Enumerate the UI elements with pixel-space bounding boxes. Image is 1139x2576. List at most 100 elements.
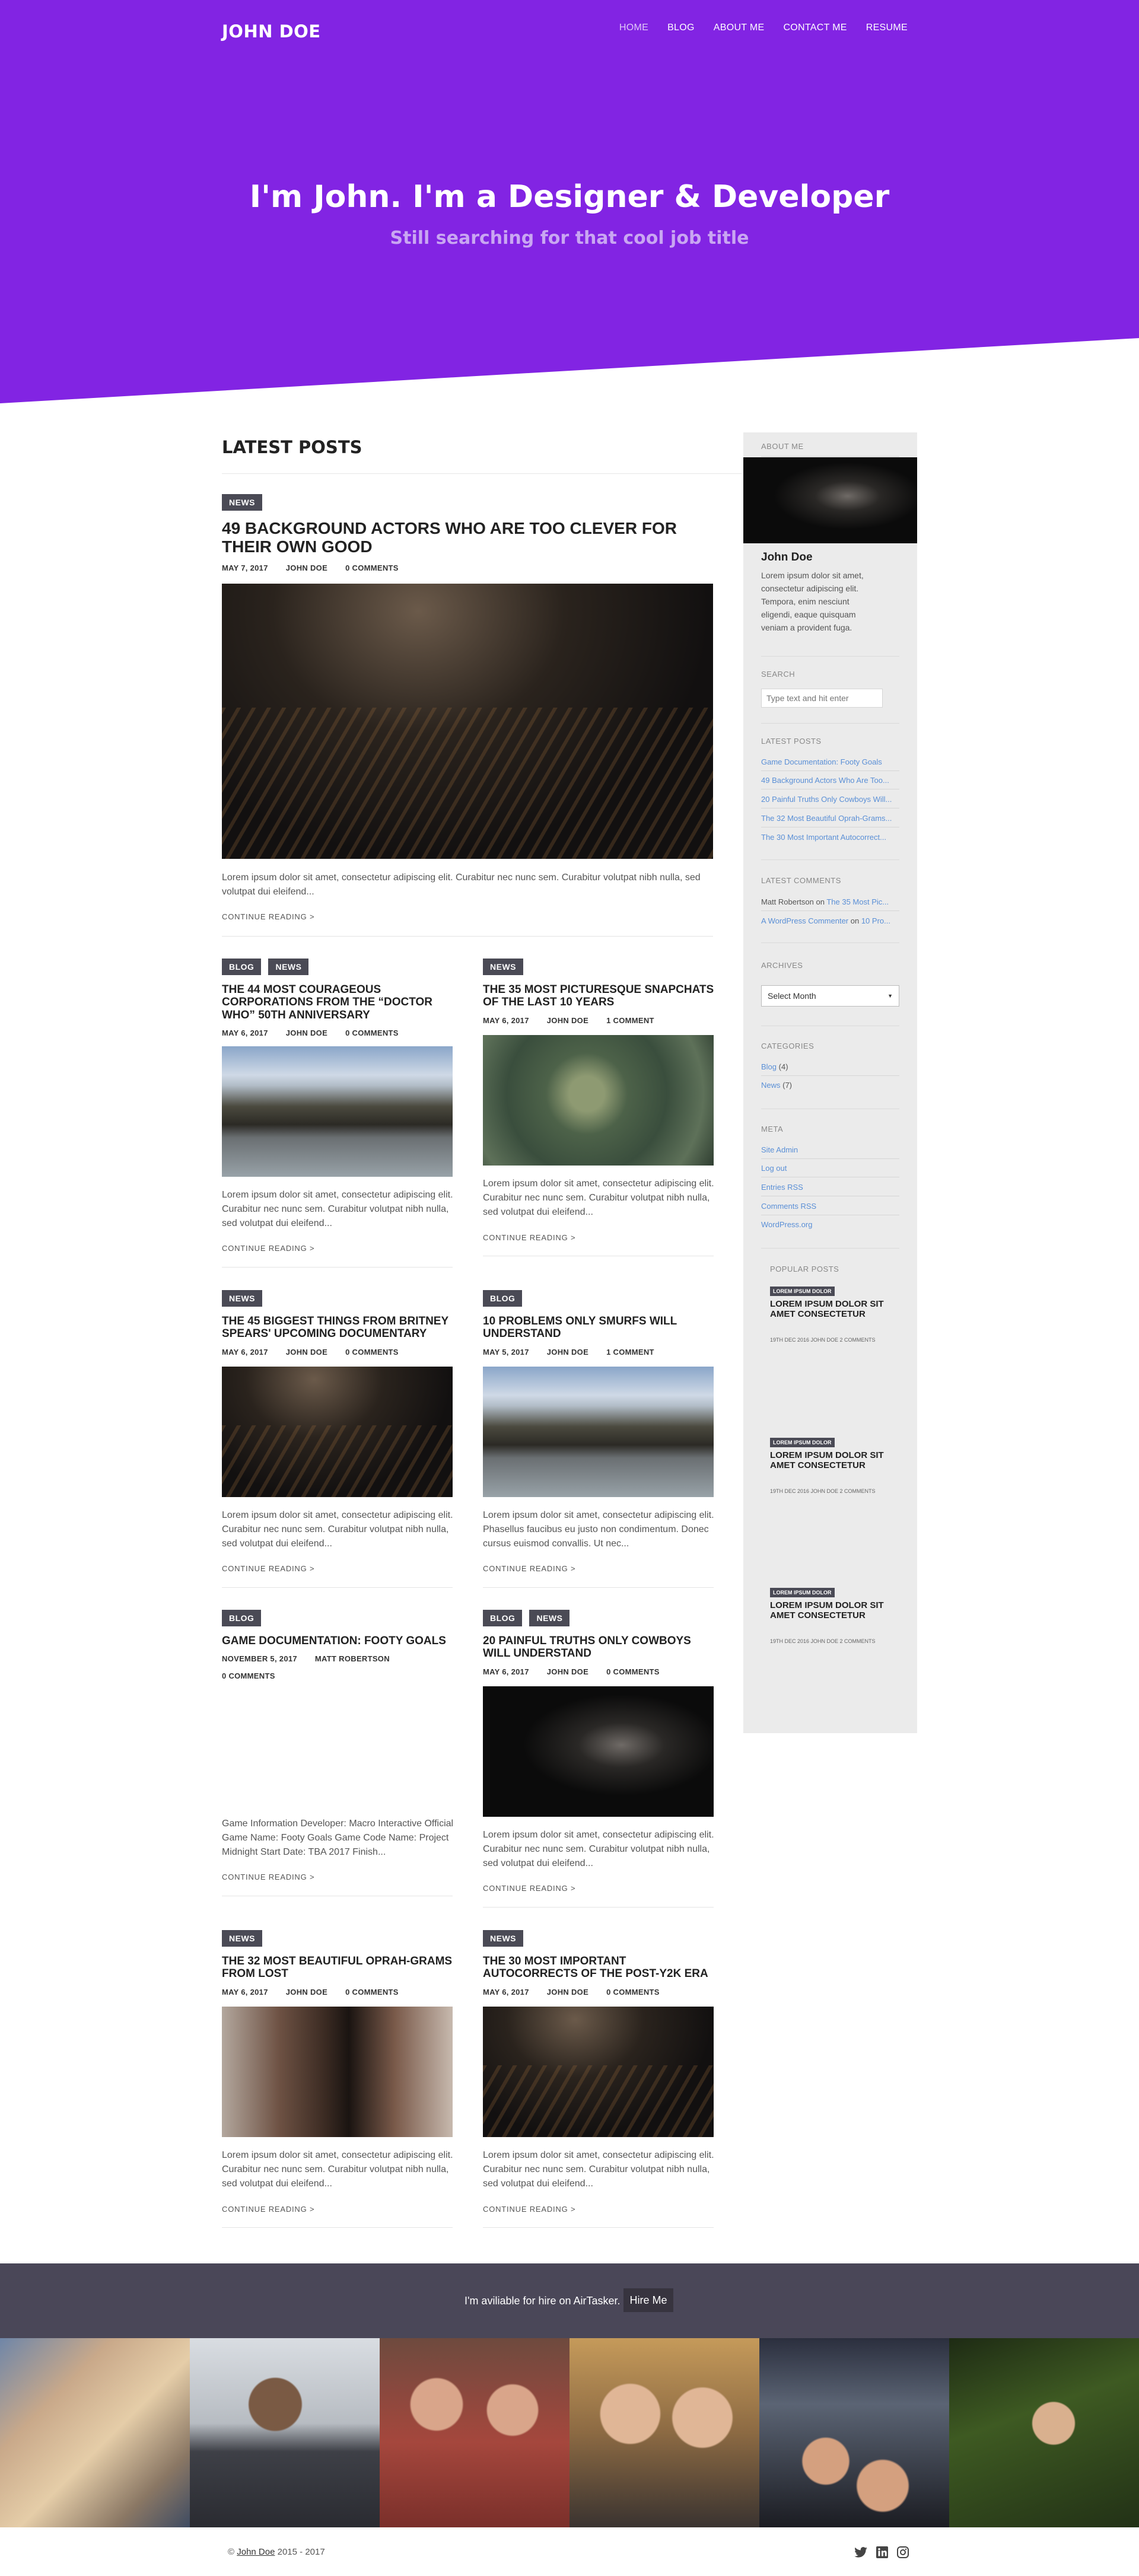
post-image[interactable]: [222, 1367, 453, 1497]
popular-post-title[interactable]: LOREM IPSUM DOLOR SIT AMET CONSECTETUR: [770, 1450, 889, 1470]
nav-home[interactable]: HOME: [619, 23, 648, 33]
read-more-link[interactable]: CONTINUE READING >: [222, 912, 314, 921]
divider: [483, 2227, 714, 2228]
latest-post-link[interactable]: 49 Background Actors Who Are Too...: [761, 776, 889, 785]
nav-resume[interactable]: RESUME: [866, 23, 908, 33]
post-comments[interactable]: 0 COMMENTS: [606, 1667, 660, 1676]
comment-post-link[interactable]: The 35 Most Pic...: [826, 897, 889, 906]
read-more-link[interactable]: CONTINUE READING >: [483, 1233, 575, 1242]
post-image[interactable]: [483, 1686, 714, 1817]
post-comments[interactable]: 1 COMMENT: [606, 1016, 654, 1025]
tag-badge[interactable]: NEWS: [268, 959, 309, 975]
instagram-photo[interactable]: [570, 2338, 759, 2527]
tag-badge[interactable]: BLOG: [483, 1290, 523, 1307]
post-author[interactable]: JOHN DOE: [547, 1348, 588, 1357]
tag-badge[interactable]: NEWS: [529, 1610, 570, 1626]
archives-select[interactable]: Select Month ▼: [761, 985, 899, 1007]
tag-badge[interactable]: NEWS: [483, 1930, 523, 1947]
read-more-link[interactable]: CONTINUE READING >: [483, 1884, 575, 1893]
latest-post-link[interactable]: The 32 Most Beautiful Oprah-Grams...: [761, 814, 892, 823]
instagram-photo[interactable]: [949, 2338, 1139, 2527]
read-more-link[interactable]: CONTINUE READING >: [483, 1564, 575, 1573]
divider: [222, 936, 713, 937]
post-title[interactable]: 10 PROBLEMS ONLY SMURFS WILL UNDERSTAND: [483, 1315, 714, 1340]
meta-link[interactable]: Comments RSS: [761, 1202, 816, 1211]
read-more-link[interactable]: CONTINUE READING >: [222, 1244, 314, 1253]
widget-title-meta: META: [761, 1125, 784, 1133]
post-image[interactable]: [483, 1035, 714, 1166]
read-more-link[interactable]: CONTINUE READING >: [222, 2205, 314, 2214]
instagram-photo[interactable]: [380, 2338, 570, 2527]
site-logo[interactable]: JOHN DOE: [222, 21, 321, 42]
post-comments[interactable]: 1 COMMENT: [606, 1348, 654, 1357]
post-author[interactable]: JOHN DOE: [547, 1016, 588, 1025]
post-comments[interactable]: 0 COMMENTS: [222, 1671, 453, 1680]
post-image[interactable]: [222, 1046, 453, 1177]
post-title[interactable]: THE 44 MOST COURAGEOUS CORPORATIONS FROM…: [222, 983, 453, 1021]
post-date: MAY 6, 2017: [222, 1347, 268, 1357]
post-title[interactable]: GAME DOCUMENTATION: FOOTY GOALS: [222, 1635, 453, 1647]
popular-post-title[interactable]: LOREM IPSUM DOLOR SIT AMET CONSECTETUR: [770, 1600, 889, 1620]
comment-post-link[interactable]: 10 Pro...: [861, 916, 890, 925]
instagram-icon[interactable]: [895, 2545, 911, 2560]
meta-link[interactable]: Log out: [761, 1164, 787, 1173]
linkedin-icon[interactable]: [874, 2545, 890, 2560]
post-comments[interactable]: 0 COMMENTS: [606, 1988, 660, 1997]
tag-badge[interactable]: LOREM IPSUM DOLOR: [770, 1438, 835, 1447]
post-image[interactable]: [483, 2007, 714, 2137]
read-more-link[interactable]: CONTINUE READING >: [222, 1564, 314, 1573]
post-author[interactable]: JOHN DOE: [286, 563, 327, 572]
comment-author[interactable]: A WordPress Commenter: [761, 916, 848, 925]
category-link[interactable]: Blog: [761, 1062, 777, 1071]
meta-link[interactable]: WordPress.org: [761, 1220, 812, 1229]
tag-badge[interactable]: LOREM IPSUM DOLOR: [770, 1287, 835, 1296]
tag-badge[interactable]: LOREM IPSUM DOLOR: [770, 1588, 835, 1597]
copyright-link[interactable]: John Doe: [237, 2547, 275, 2557]
tag-badge[interactable]: NEWS: [483, 959, 523, 975]
read-more-link[interactable]: CONTINUE READING >: [483, 2205, 575, 2214]
instagram-photo[interactable]: [190, 2338, 380, 2527]
post-title[interactable]: 20 PAINFUL TRUTHS ONLY COWBOYS WILL UNDE…: [483, 1635, 714, 1660]
post-author[interactable]: JOHN DOE: [547, 1988, 588, 1997]
tag-badge[interactable]: NEWS: [222, 1290, 262, 1307]
latest-post-link[interactable]: Game Documentation: Footy Goals: [761, 757, 882, 766]
meta-link[interactable]: Site Admin: [761, 1145, 798, 1154]
post-title[interactable]: THE 32 MOST BEAUTIFUL OPRAH-GRAMS FROM L…: [222, 1955, 453, 1980]
tag-badge[interactable]: BLOG: [222, 1610, 262, 1626]
tag-badge[interactable]: NEWS: [222, 1930, 262, 1947]
tag-badge[interactable]: NEWS: [222, 494, 262, 511]
post-excerpt: Lorem ipsum dolor sit amet, consectetur …: [222, 2150, 453, 2189]
category-link[interactable]: News: [761, 1081, 781, 1090]
nav-blog[interactable]: BLOG: [667, 23, 695, 33]
post-image[interactable]: [222, 2007, 453, 2137]
instagram-photo[interactable]: [0, 2338, 190, 2527]
nav-contact[interactable]: CONTACT ME: [783, 23, 847, 33]
nav-about[interactable]: ABOUT ME: [714, 23, 765, 33]
latest-post-link[interactable]: The 30 Most Important Autocorrect...: [761, 833, 886, 842]
hire-me-button[interactable]: Hire Me: [623, 2288, 673, 2312]
post-author[interactable]: JOHN DOE: [286, 1348, 327, 1357]
post-title[interactable]: THE 45 BIGGEST THINGS FROM BRITNEY SPEAR…: [222, 1315, 453, 1340]
tag-badge[interactable]: BLOG: [222, 959, 262, 975]
post-image[interactable]: [483, 1367, 714, 1497]
instagram-photo[interactable]: [759, 2338, 949, 2527]
post-comments[interactable]: 0 COMMENTS: [345, 1029, 399, 1037]
post-author[interactable]: JOHN DOE: [286, 1988, 327, 1997]
post-image[interactable]: [222, 584, 713, 859]
post-title[interactable]: THE 30 MOST IMPORTANT AUTOCORRECTS OF TH…: [483, 1955, 714, 1980]
post-comments[interactable]: 0 COMMENTS: [345, 563, 399, 572]
post-comments[interactable]: 0 COMMENTS: [345, 1988, 399, 1997]
latest-post-link[interactable]: 20 Painful Truths Only Cowboys Will...: [761, 795, 892, 804]
post-comments[interactable]: 0 COMMENTS: [345, 1348, 399, 1357]
meta-link[interactable]: Entries RSS: [761, 1183, 803, 1192]
twitter-icon[interactable]: [853, 2545, 868, 2560]
post-author[interactable]: JOHN DOE: [547, 1667, 588, 1676]
post-author[interactable]: JOHN DOE: [286, 1029, 327, 1037]
post-title[interactable]: 49 BACKGROUND ACTORS WHO ARE TOO CLEVER …: [222, 519, 714, 556]
search-input[interactable]: [761, 689, 883, 708]
post-author[interactable]: MATT ROBERTSON: [315, 1654, 390, 1663]
post-title[interactable]: THE 35 MOST PICTURESQUE SNAPCHATS OF THE…: [483, 983, 714, 1009]
tag-badge[interactable]: BLOG: [483, 1610, 523, 1626]
popular-post-title[interactable]: LOREM IPSUM DOLOR SIT AMET CONSECTETUR: [770, 1299, 889, 1319]
read-more-link[interactable]: CONTINUE READING >: [222, 1873, 314, 1881]
